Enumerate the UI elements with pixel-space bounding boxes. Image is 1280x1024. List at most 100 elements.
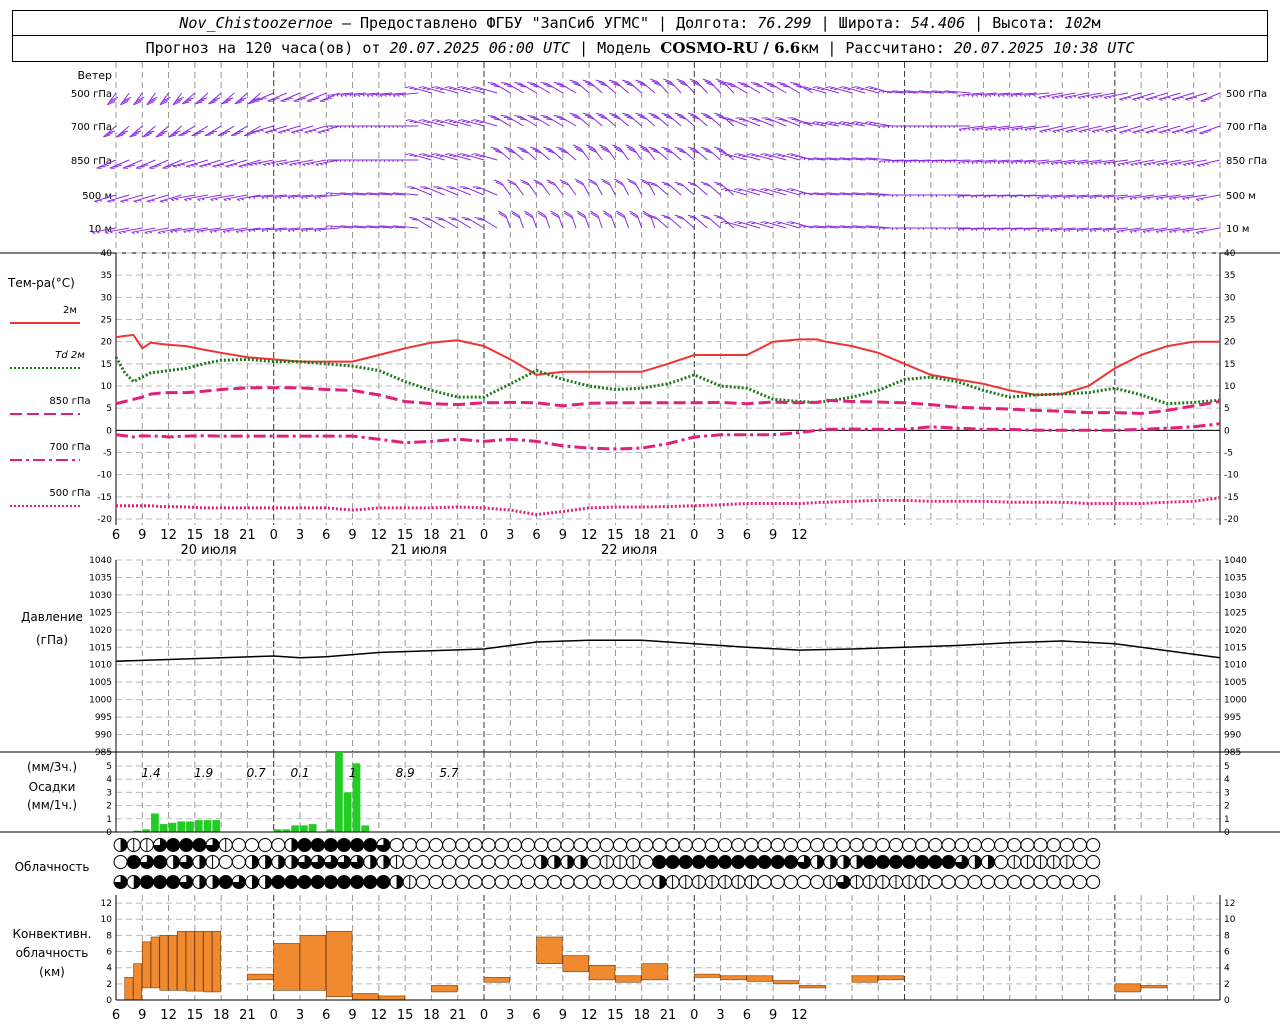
cloud-cover-icon (586, 838, 601, 852)
wind-barb-feather (1125, 162, 1129, 165)
cloud-cover-icon (547, 838, 562, 852)
wind-barb (276, 159, 301, 165)
wind-barb-feather (820, 88, 826, 91)
cloud-fill-full (679, 855, 693, 869)
time-axis-hour-bottom: 12 (791, 1008, 808, 1023)
wind-barb-feather (325, 129, 330, 132)
pressure-ytick-left: 1030 (89, 591, 112, 601)
precip-ytick-right: 4 (1224, 775, 1230, 785)
precip-bar (177, 821, 186, 832)
wind-barb (1129, 227, 1155, 232)
wind-level-label-right: 10 м (1226, 224, 1249, 235)
conv-cloud-bar (851, 975, 879, 983)
wind-barb-feather (737, 189, 743, 192)
cloud-fill-full (718, 855, 732, 869)
wind-barb-feather (820, 122, 824, 126)
cloud-cover-icon (179, 875, 194, 889)
wind-barb-feather (737, 81, 744, 84)
cloud-circle (889, 838, 903, 852)
cloud-circle (691, 838, 706, 852)
cloud-cover-icon (271, 838, 286, 852)
precip-total: 0.7 (247, 766, 266, 780)
wind-barb-feather (608, 79, 617, 83)
precip-total: 0.1 (290, 766, 309, 780)
precip-ytick-left: 3 (106, 788, 112, 798)
wind-barb-feather (1046, 95, 1051, 98)
cloud-circle (113, 855, 128, 869)
cloud-circle (941, 838, 956, 852)
wind-barb (209, 227, 235, 232)
wind-barb-feather (720, 221, 726, 224)
cloud-circle (429, 875, 443, 889)
cloud-circle (1020, 875, 1035, 889)
cloud-cover-icon (415, 855, 430, 869)
wind-barb-feather (317, 131, 322, 134)
cloud-circle (547, 838, 562, 852)
conv-cloud-bar (720, 975, 747, 981)
cloud-cover-icon (231, 875, 246, 889)
wind-barb-feather (988, 195, 991, 199)
wind-barb-feather (439, 155, 444, 158)
wind-barb-feather (1132, 131, 1137, 134)
wind-barb (1143, 194, 1168, 199)
wind-barb-feather (747, 221, 752, 224)
wind-barb-feather (1028, 195, 1030, 199)
cloud-cover-icon (1020, 875, 1035, 889)
wind-barb (1024, 125, 1050, 130)
cloud-cover-icon (731, 838, 746, 852)
time-axis-hour: 3 (716, 528, 724, 543)
wind-barb-feather (888, 160, 890, 163)
cloud-fill-half (988, 855, 995, 869)
wind-barb-feather (543, 146, 551, 150)
wind-barb (1129, 194, 1155, 199)
cloud-cover-icon (967, 838, 982, 852)
cloud-circle (941, 875, 956, 889)
cloud-fill-full (166, 875, 180, 889)
wind-barb-feather (159, 200, 165, 203)
cloud-circle (665, 838, 680, 852)
cloud-cover-icon (981, 855, 995, 869)
cloud-cover-icon (691, 855, 706, 869)
wind-barb (1064, 92, 1089, 98)
cloud-fill-half (659, 875, 666, 889)
cloud-cover-icon (350, 855, 365, 869)
wind-barb-feather (471, 119, 476, 122)
cloud-fill-full (337, 875, 351, 889)
wind-barb (204, 125, 222, 137)
cloud-cover-icon (915, 855, 930, 869)
time-axis-hour: 9 (559, 528, 567, 543)
cloud-cover-icon (363, 875, 378, 889)
precip-bar (291, 825, 299, 832)
wind-barb-feather (170, 198, 175, 202)
temp-ytick-left: -20 (97, 515, 112, 525)
cloud-cover-icon (731, 855, 746, 869)
cloud-cover-icon (297, 875, 312, 889)
time-axis-hour-bottom: 9 (559, 1008, 567, 1023)
wind-barb-feather (1065, 130, 1070, 134)
cloud-cover-icon (1086, 875, 1101, 889)
cloud-fill-full (337, 838, 351, 852)
cloud-cover-icon (954, 855, 969, 869)
cloud-cover-icon (534, 855, 549, 869)
wind-barb-feather (997, 195, 999, 199)
wind-barb-feather (1158, 98, 1163, 101)
time-axis-hour: 15 (397, 528, 414, 543)
time-axis-day: 21 июля (391, 543, 447, 558)
cloud-cover-icon (639, 875, 654, 889)
temp-ytick-right: 25 (1224, 316, 1235, 326)
time-axis-hour: 21 (449, 528, 466, 543)
precip-unit-1h: (мм/1ч.) (27, 798, 77, 812)
wind-barb-feather (760, 188, 765, 191)
cloud-cover-icon (915, 838, 930, 852)
wind-barb-feather (461, 216, 468, 219)
wind-barb-feather (825, 121, 829, 124)
conv-cloud-bar (273, 943, 300, 991)
wind-barb-feather (1179, 129, 1184, 132)
cloud-cover-icon (166, 838, 181, 852)
wind-barb-feather (777, 81, 784, 84)
cloud-cover-icon (599, 875, 614, 889)
wind-barb-feather (1147, 163, 1151, 166)
cloud-fill-full (219, 875, 233, 889)
cloud-cover-icon (402, 838, 417, 852)
wind-barb (1077, 92, 1102, 98)
